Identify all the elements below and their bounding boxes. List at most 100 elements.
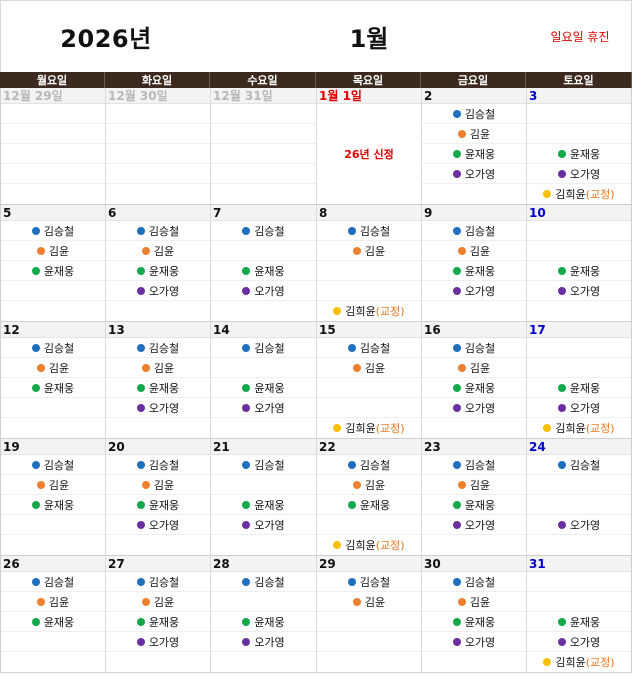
day-cell[interactable]: 30 김승철 김윤 윤재웅 오가영 bbox=[421, 556, 526, 672]
day-cell[interactable]: 13 김승철 김윤 윤재웅 오가영 bbox=[105, 322, 210, 438]
staff-color-dot-icon bbox=[347, 226, 356, 235]
day-cell[interactable]: 24 김승철 오가영 bbox=[526, 439, 632, 555]
day-cell[interactable]: 15 김승철 김윤 김희윤 (교정) bbox=[316, 322, 421, 438]
day-number: 12월 30일 bbox=[106, 88, 210, 104]
year-label: 2026년 bbox=[60, 25, 152, 53]
day-cell[interactable]: 23 김승철 김윤 윤재웅 오가영 bbox=[421, 439, 526, 555]
day-cell[interactable]: 21 김승철 윤재웅 오가영 bbox=[210, 439, 316, 555]
staff-entry: 오가영 bbox=[422, 398, 526, 418]
day-cell[interactable]: 3 윤재웅 오가영 김희윤 (교정) bbox=[526, 88, 632, 204]
staff-entry: 김희윤 (교정) bbox=[317, 301, 421, 321]
staff-color-dot-icon bbox=[36, 246, 45, 255]
week-row: 5 김승철 김윤 윤재웅 6 김승철 김윤 윤재웅 오가영 7 김승철 윤재웅 오가영 8 김승철 김윤 김희윤… bbox=[0, 205, 632, 322]
staff-name: 김윤 bbox=[364, 361, 386, 375]
day-cell[interactable]: 29 김승철 김윤 bbox=[316, 556, 421, 672]
day-cell[interactable]: 10 윤재웅 오가영 bbox=[526, 205, 632, 321]
day-number: 19 bbox=[1, 439, 105, 455]
day-cell[interactable]: 7 김승철 윤재웅 오가영 bbox=[210, 205, 316, 321]
staff-entry: 김승철 bbox=[1, 338, 105, 358]
staff-entry: 김승철 bbox=[317, 338, 421, 358]
staff-color-dot-icon bbox=[452, 149, 461, 158]
staff-color-dot-icon bbox=[242, 226, 251, 235]
staff-entry: 오가영 bbox=[422, 632, 526, 652]
staff-name: 윤재웅 bbox=[464, 498, 496, 512]
day-number: 1월 1일 bbox=[317, 88, 421, 104]
staff-entry: 김윤 bbox=[106, 358, 210, 378]
staff-color-dot-icon bbox=[31, 460, 40, 469]
staff-name: 김윤 bbox=[153, 478, 175, 492]
staff-name: 김승철 bbox=[254, 575, 285, 589]
day-cell[interactable]: 17 윤재웅 오가영 김희윤 (교정) bbox=[526, 322, 632, 438]
day-number: 8 bbox=[317, 205, 421, 221]
empty-slot bbox=[1, 281, 105, 301]
staff-name: 김희윤 bbox=[555, 656, 586, 669]
staff-entry: 김승철 bbox=[106, 455, 210, 475]
staff-name: 윤재웅 bbox=[359, 498, 391, 512]
day-number: 6 bbox=[106, 205, 210, 221]
day-cell[interactable]: 6 김승철 김윤 윤재웅 오가영 bbox=[105, 205, 210, 321]
empty-slot bbox=[317, 281, 421, 301]
staff-entry: 김윤 bbox=[317, 475, 421, 495]
staff-name: 김승철 bbox=[148, 341, 180, 355]
day-cell[interactable]: 12 김승철 김윤 윤재웅 bbox=[0, 322, 105, 438]
calendar: 2026년 1월 일요일 휴진 월요일 화요일 수요일 목요일 금요일 토요일 … bbox=[0, 0, 632, 686]
staff-name: 오가영 bbox=[148, 284, 180, 298]
staff-entry: 김승철 bbox=[317, 455, 421, 475]
day-cell[interactable]: 12월 30일 bbox=[105, 88, 210, 204]
day-cell[interactable]: 16 김승철 김윤 윤재웅 오가영 bbox=[421, 322, 526, 438]
staff-color-dot-icon bbox=[31, 617, 40, 626]
day-cell[interactable]: 1월 1일 26년 신정 bbox=[316, 88, 421, 204]
staff-entry: 오가영 bbox=[527, 164, 631, 184]
day-cell[interactable]: 22 김승철 김윤 윤재웅 김희윤 (교정) bbox=[316, 439, 421, 555]
day-number: 17 bbox=[527, 322, 631, 338]
staff-extra-label: (교정) bbox=[585, 422, 615, 435]
empty-slot bbox=[1, 515, 105, 535]
staff-extra-label: (교정) bbox=[375, 422, 405, 435]
staff-name: 김희윤 bbox=[345, 305, 376, 318]
staff-color-dot-icon bbox=[333, 541, 342, 549]
empty-slot bbox=[527, 475, 631, 495]
staff-color-dot-icon bbox=[452, 169, 461, 178]
staff-color-dot-icon bbox=[242, 383, 251, 392]
staff-name: 윤재웅 bbox=[43, 264, 75, 278]
empty-slot bbox=[1, 632, 105, 652]
empty-slot bbox=[1, 652, 105, 672]
day-cell[interactable]: 31 윤재웅 오가영 김희윤 (교정) bbox=[526, 556, 632, 672]
day-cell[interactable]: 28 김승철 윤재웅 오가영 bbox=[210, 556, 316, 672]
staff-name: 김윤 bbox=[469, 595, 491, 609]
staff-entry: 오가영 bbox=[527, 398, 631, 418]
empty-slot bbox=[211, 358, 316, 378]
week-row: 12 김승철 김윤 윤재웅 13 김승철 김윤 윤재웅 오가영 14 김승철 윤재웅 오가영 15 김승철 김… bbox=[0, 322, 632, 439]
day-cell[interactable]: 14 김승철 윤재웅 오가영 bbox=[210, 322, 316, 438]
staff-color-dot-icon bbox=[136, 403, 145, 412]
staff-name: 김승철 bbox=[148, 224, 180, 238]
day-cell[interactable]: 5 김승철 김윤 윤재웅 bbox=[0, 205, 105, 321]
day-cell[interactable]: 8 김승철 김윤 김희윤 (교정) bbox=[316, 205, 421, 321]
day-number: 3 bbox=[527, 88, 631, 104]
staff-name: 윤재웅 bbox=[43, 498, 75, 512]
day-cell[interactable]: 9 김승철 김윤 윤재웅 오가영 bbox=[421, 205, 526, 321]
staff-color-dot-icon bbox=[136, 226, 145, 235]
day-cell[interactable]: 20 김승철 김윤 윤재웅 오가영 bbox=[105, 439, 210, 555]
day-cell[interactable]: 27 김승철 김윤 윤재웅 오가영 bbox=[105, 556, 210, 672]
staff-color-dot-icon bbox=[242, 460, 251, 469]
staff-entry: 김윤 bbox=[317, 241, 421, 261]
day-number: 10 bbox=[527, 205, 631, 221]
staff-color-dot-icon bbox=[136, 577, 145, 586]
staff-name: 김승철 bbox=[254, 341, 285, 355]
day-cell[interactable]: 19 김승철 김윤 윤재웅 bbox=[0, 439, 105, 555]
staff-entry: 김윤 bbox=[1, 475, 105, 495]
staff-entry: 김희윤 (교정) bbox=[527, 418, 631, 438]
staff-entry: 윤재웅 bbox=[1, 378, 105, 398]
day-number: 5 bbox=[1, 205, 105, 221]
day-cell[interactable]: 12월 29일 bbox=[0, 88, 105, 204]
staff-entry: 오가영 bbox=[211, 632, 316, 652]
staff-name: 김윤 bbox=[48, 244, 70, 258]
day-cell[interactable]: 26 김승철 김윤 윤재웅 bbox=[0, 556, 105, 672]
staff-entry: 김승철 bbox=[317, 572, 421, 592]
staff-name: 김승철 bbox=[569, 458, 601, 472]
day-cell[interactable]: 12월 31일 bbox=[210, 88, 316, 204]
day-cell[interactable]: 2 김승철 김윤 윤재웅 오가영 bbox=[421, 88, 526, 204]
day-number: 24 bbox=[527, 439, 631, 455]
staff-entry: 김승철 bbox=[422, 338, 526, 358]
